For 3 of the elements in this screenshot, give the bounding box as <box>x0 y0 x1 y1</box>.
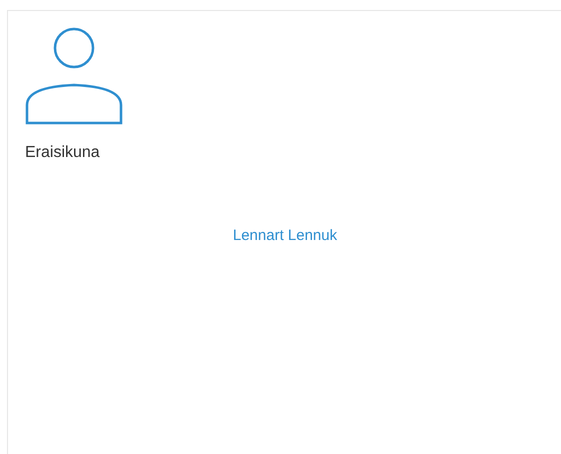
user-name-link[interactable]: Lennart Lennuk <box>232 225 338 248</box>
person-icon <box>25 27 125 127</box>
account-type-label: Eraisikuna <box>25 143 100 163</box>
